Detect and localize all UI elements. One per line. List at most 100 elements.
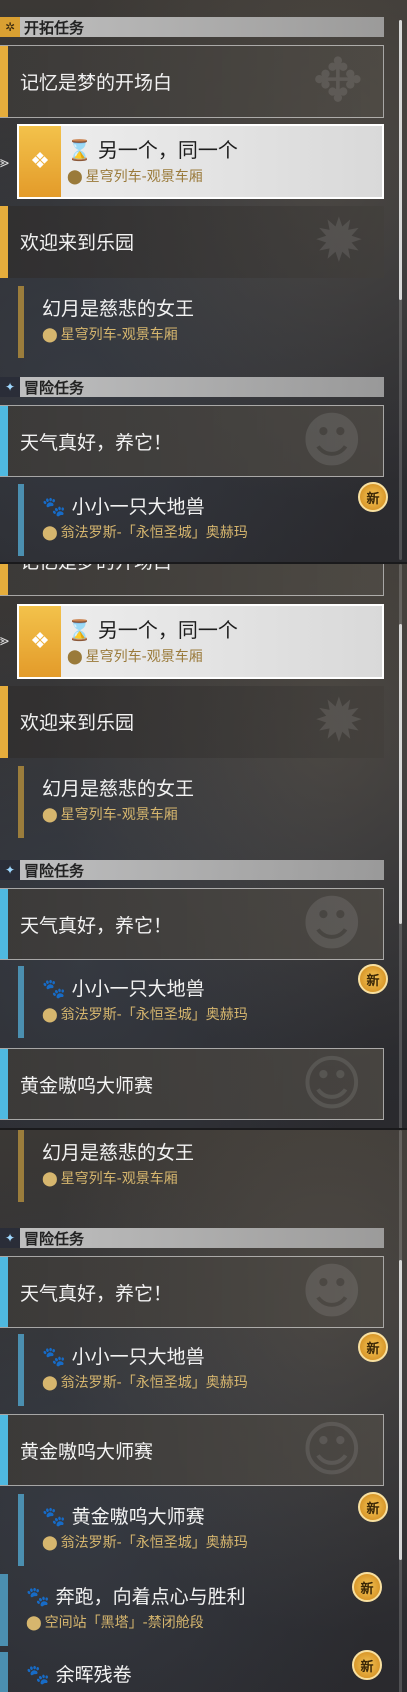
quest-title-row: 🐾 小小一只大地兽 <box>42 974 205 1001</box>
quest-location: 星穹列车-观景车厢 <box>85 169 203 185</box>
subcard-bar <box>18 1494 24 1566</box>
quest-location: 空间站「黑塔」-禁闭舱段 <box>44 1615 204 1631</box>
quest-location-row: ⬤ 星穹列车-观景车厢 <box>42 1168 178 1188</box>
quest-card-golden[interactable]: ☺ 黄金嗷呜大师赛 <box>0 1048 384 1120</box>
quest-location: 翁法罗斯-「永恒圣城」奥赫玛 <box>60 1535 248 1551</box>
paw-icon: 🐾 <box>26 1664 50 1686</box>
quest-title-row: 🐾 黄金嗷呜大师赛 <box>42 1502 205 1529</box>
quest-panel-1: ✲ 开拓任务 ✥ 记忆是梦的开场白 ⪢ ❖ ⌛ 另一个，同一个 ⬤ 星穹列车-观景车… <box>0 0 407 562</box>
quest-location-row: ⬤ 星穹列车-观景车厢 <box>42 804 178 824</box>
quest-location-row: ⬤ 翁法罗斯-「永恒圣城」奥赫玛 <box>42 1004 248 1024</box>
quest-location: 翁法罗斯-「永恒圣城」奥赫玛 <box>60 1375 248 1391</box>
subcard-bar <box>18 966 24 1038</box>
quest-title-row: 🐾 小小一只大地兽 <box>42 1342 205 1369</box>
subcard-bar <box>0 1574 8 1646</box>
quest-subcard-moon-queen[interactable]: 幻月是慈悲的女王 ⬤ 星穹列车-观景车厢 <box>18 766 384 838</box>
quest-title: 黄金嗷呜大师赛 <box>71 1506 205 1528</box>
section-label: 冒险任务 <box>24 378 85 397</box>
location-pin-icon: ⬤ <box>26 1615 42 1631</box>
quest-subcard-moon-queen[interactable]: 幻月是慈悲的女王 ⬤ 星穹列车-观景车厢 <box>18 1130 384 1202</box>
paw-icon: 🐾 <box>42 978 66 1000</box>
quest-title: 黄金嗷呜大师赛 <box>20 1075 154 1097</box>
quest-location-row: ⬤ 翁法罗斯-「永恒圣城」奥赫玛 <box>42 1532 248 1552</box>
quest-location-row: ⬤ 星穹列车-观景车厢 <box>67 166 203 186</box>
quest-title: 记忆是梦的开场白 <box>20 562 173 573</box>
section-label: 冒险任务 <box>24 1229 85 1248</box>
quest-subcard-moon-queen[interactable]: 幻月是慈悲的女王 ⬤ 星穹列车-观景车厢 <box>18 286 384 358</box>
quest-title: 欢迎来到乐园 <box>20 232 135 254</box>
location-pin-icon: ⬤ <box>42 1535 58 1551</box>
quest-card-memory[interactable]: ✥ 记忆是梦的开场白 <box>0 45 384 118</box>
section-header-adventure: ✦ 冒险任务 <box>0 377 384 397</box>
card-deco-icon: ✹ <box>313 206 364 276</box>
section-header-trailblaze: ✲ 开拓任务 <box>0 17 384 37</box>
quest-card-memory[interactable]: 记忆是梦的开场白 <box>0 562 384 596</box>
quest-subcard-golden[interactable]: 🐾 黄金嗷呜大师赛 ⬤ 翁法罗斯-「永恒圣城」奥赫玛 <box>18 1494 384 1566</box>
subcard-bar <box>0 1652 8 1692</box>
quest-panel-3: 幻月是慈悲的女王 ⬤ 星穹列车-观景车厢 ✦ 冒险任务 ☻ 天气真好，养它！ 🐾 小… <box>0 1128 407 1692</box>
card-deco-icon: ☺ <box>300 1415 363 1485</box>
quest-panel-2: 记忆是梦的开场白 ⪢ ❖ ⌛ 另一个，同一个 ⬤ 星穹列车-观景车厢 ✹ 欢迎来到乐… <box>0 562 407 1128</box>
card-deco-icon: ☺ <box>300 1049 363 1119</box>
quest-title-row: 🐾 余晖残卷 <box>26 1660 132 1687</box>
scrollbar-thumb[interactable] <box>399 624 402 924</box>
quest-subcard-remnant[interactable]: 🐾 余晖残卷 <box>0 1652 384 1692</box>
quest-card-golden[interactable]: ☺ 黄金嗷呜大师赛 <box>0 1414 384 1486</box>
location-pin-icon: ⬤ <box>67 649 83 665</box>
selection-arrow-icon: ⪢ <box>0 630 10 649</box>
quest-location: 翁法罗斯-「永恒圣城」奥赫玛 <box>60 1007 248 1023</box>
adventure-icon: ✦ <box>0 860 20 880</box>
paw-icon: 🐾 <box>26 1586 50 1608</box>
subcard-bar <box>18 1334 24 1406</box>
quest-card-welcome[interactable]: ✹ 欢迎来到乐园 <box>0 686 384 758</box>
quest-subcard-run[interactable]: 🐾 奔跑，向着点心与胜利 ⬤ 空间站「黑塔」-禁闭舱段 <box>0 1574 384 1646</box>
adventure-icon: ✦ <box>0 377 20 397</box>
new-badge: 新 <box>358 1492 388 1522</box>
new-badge: 新 <box>352 1572 382 1602</box>
scrollbar-track[interactable] <box>399 564 402 1128</box>
location-pin-icon: ⬤ <box>42 807 58 823</box>
quest-card-weather[interactable]: ☻ 天气真好，养它！ <box>0 888 384 960</box>
card-deco-icon: ☻ <box>300 1257 363 1327</box>
scrollbar-thumb[interactable] <box>399 1260 402 1560</box>
paw-icon: 🐾 <box>42 1346 66 1368</box>
section-header-adventure: ✦ 冒险任务 <box>0 1228 384 1248</box>
hourglass-icon: ⌛ <box>67 138 92 162</box>
quest-title-row: ⌛ 另一个，同一个 <box>67 614 238 643</box>
quest-title: 黄金嗷呜大师赛 <box>20 1441 154 1463</box>
new-badge: 新 <box>358 482 388 512</box>
card-deco-icon: ☻ <box>300 889 363 959</box>
scrollbar-track[interactable] <box>399 1130 402 1692</box>
trailblaze-icon: ✲ <box>0 17 20 37</box>
quest-type-icon: ❖ <box>19 606 61 677</box>
quest-location: 星穹列车-观景车厢 <box>85 649 203 665</box>
quest-subcard-little-beast[interactable]: 🐾 小小一只大地兽 ⬤ 翁法罗斯-「永恒圣城」奥赫玛 <box>18 966 384 1038</box>
location-pin-icon: ⬤ <box>42 525 58 541</box>
quest-location-row: ⬤ 星穹列车-观景车厢 <box>67 646 203 666</box>
paw-icon: 🐾 <box>42 1506 66 1528</box>
quest-location: 星穹列车-观景车厢 <box>60 807 178 823</box>
quest-card-another-same[interactable]: ❖ ⌛ 另一个，同一个 ⬤ 星穹列车-观景车厢 <box>17 124 384 199</box>
quest-title: 幻月是慈悲的女王 <box>42 778 195 800</box>
section-label: 冒险任务 <box>24 861 85 880</box>
card-deco-icon: ☻ <box>300 406 363 476</box>
quest-title: 奔跑，向着点心与胜利 <box>55 1586 246 1608</box>
quest-title: 欢迎来到乐园 <box>20 712 135 734</box>
new-badge: 新 <box>352 1650 382 1680</box>
subcard-bar <box>18 286 24 358</box>
card-deco-icon: ✥ <box>312 46 363 116</box>
quest-card-another-same[interactable]: ❖ ⌛ 另一个，同一个 ⬤ 星穹列车-观景车厢 <box>17 604 384 679</box>
quest-title-row: ⌛ 另一个，同一个 <box>67 134 238 163</box>
quest-card-welcome[interactable]: ✹ 欢迎来到乐园 <box>0 206 384 278</box>
quest-title-row: 🐾 小小一只大地兽 <box>42 492 205 519</box>
scrollbar-thumb[interactable] <box>399 20 402 300</box>
quest-subcard-little-beast[interactable]: 🐾 小小一只大地兽 ⬤ 翁法罗斯-「永恒圣城」奥赫玛 <box>18 1334 384 1406</box>
quest-card-weather[interactable]: ☻ 天气真好，养它！ <box>0 405 384 477</box>
quest-title: 天气真好，养它！ <box>20 1283 173 1305</box>
hourglass-icon: ⌛ <box>67 618 92 642</box>
scrollbar-track[interactable] <box>399 20 402 560</box>
new-badge: 新 <box>358 1332 388 1362</box>
quest-subcard-little-beast[interactable]: 🐾 小小一只大地兽 ⬤ 翁法罗斯-「永恒圣城」奥赫玛 <box>18 484 384 556</box>
quest-title: 另一个，同一个 <box>97 138 238 162</box>
quest-card-weather[interactable]: ☻ 天气真好，养它！ <box>0 1256 384 1328</box>
